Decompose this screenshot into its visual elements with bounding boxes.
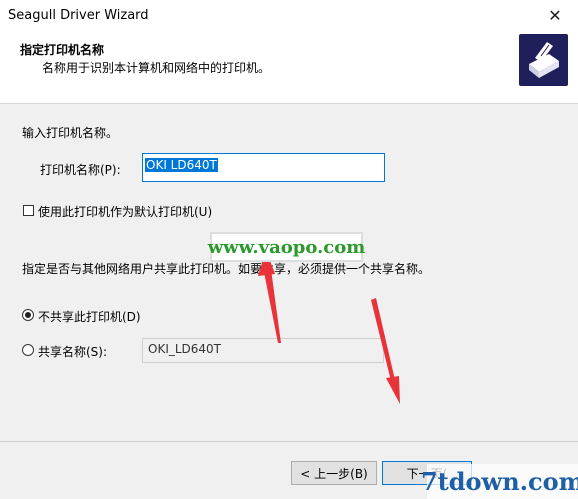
printer-icon	[519, 34, 568, 86]
close-icon[interactable]: ✕	[532, 0, 578, 30]
share-name-input[interactable]: OKI_LD640T	[142, 338, 384, 363]
watermark-vaopo: www.vaopo.com	[208, 232, 365, 262]
share-radio[interactable]	[22, 344, 34, 356]
no-share-radio[interactable]	[22, 309, 34, 321]
share-name-label[interactable]: 共享名称(S):	[38, 343, 107, 360]
footer-divider	[0, 441, 578, 442]
printer-name-value: OKI LD640T	[145, 158, 218, 172]
printer-name-label: 打印机名称(P):	[40, 163, 121, 177]
page-title: 指定打印机名称	[20, 43, 105, 57]
default-printer-label[interactable]: 使用此打印机作为默认打印机(U)	[38, 203, 212, 220]
intro-text: 输入打印机名称。	[22, 126, 119, 140]
share-prompt-text: 指定是否与其他网络用户共享此打印机。如要共享，必须提供一个共享名称。	[22, 262, 431, 276]
wizard-header: 指定打印机名称 名称用于识别本计算机和网络中的打印机。	[0, 30, 578, 104]
page-subtitle: 名称用于识别本计算机和网络中的打印机。	[42, 61, 271, 75]
watermark-7tdown: 7tdown.com	[421, 464, 578, 499]
default-printer-checkbox[interactable]	[23, 205, 34, 216]
title-bar: Seagull Driver Wizard ✕	[0, 0, 578, 30]
back-button[interactable]: < 上一步(B)	[291, 461, 377, 485]
printer-name-input[interactable]: OKI LD640T	[142, 153, 385, 182]
window-title: Seagull Driver Wizard	[8, 8, 149, 23]
printer-icon-graphic	[529, 42, 559, 78]
no-share-label[interactable]: 不共享此打印机(D)	[38, 308, 141, 325]
